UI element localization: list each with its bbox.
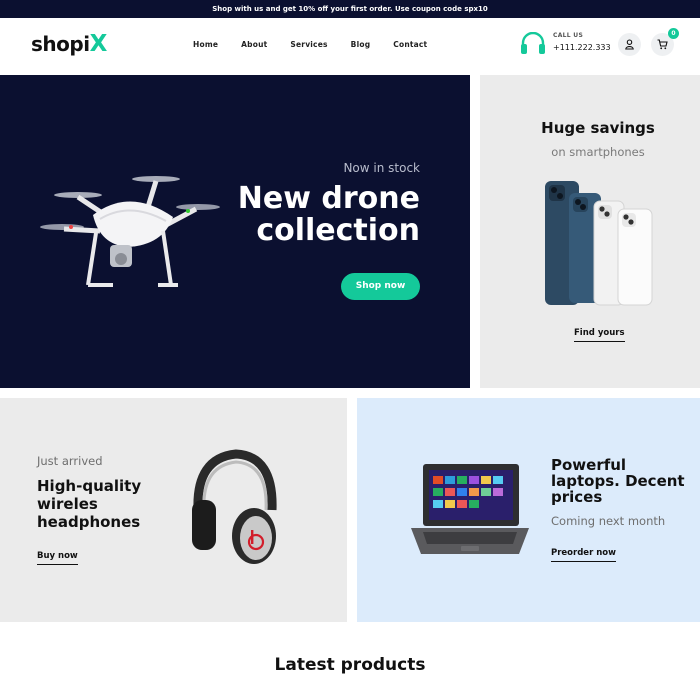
promo-smartphones: Huge savings on smartphones Find yours [480,75,700,388]
promo-laptops-subtitle: Coming next month [551,514,666,528]
announcement-bar: Shop with us and get 10% off your first … [0,0,700,18]
headset-icon [521,32,545,54]
nav-services[interactable]: Services [290,40,327,49]
promo-laptops-title: Powerful laptops. Decent prices [551,456,685,506]
hero-title: New drone collection [237,181,420,248]
buy-now-link[interactable]: Buy now [37,551,78,565]
promo-headphones-kicker: Just arrived [37,454,103,468]
shop-now-button[interactable]: Shop now [341,273,420,300]
call-number: +111.222.333 [553,43,611,52]
logo-main: shopi [31,32,90,56]
call-us[interactable]: CALL US +111.222.333 [520,30,615,60]
smartphones-image [545,181,653,306]
promo-headphones: Just arrived High-quality wireles headph… [0,398,347,622]
user-icon [625,39,634,50]
nav-home[interactable]: Home [193,40,218,49]
promo-laptops: Powerful laptops. Decent prices Coming n… [357,398,700,622]
cart-button[interactable]: 0 [651,28,679,56]
logo[interactable]: shopiX [31,31,107,57]
preorder-now-link[interactable]: Preorder now [551,548,616,562]
cart-icon [657,39,668,50]
nav-blog[interactable]: Blog [351,40,371,49]
main-nav: Home About Services Blog Contact [193,40,450,49]
hero-banner: Now in stock New drone collection Shop n… [0,75,470,388]
promo-smartphones-subtitle: on smartphones [551,145,645,159]
site-header: shopiX Home About Services Blog Contact … [0,18,700,75]
account-button[interactable] [618,33,641,56]
call-label: CALL US [553,32,584,39]
cart-count-badge: 0 [668,28,679,39]
nav-contact[interactable]: Contact [393,40,427,49]
latest-products-heading: Latest products [274,655,426,675]
nav-about[interactable]: About [241,40,267,49]
logo-accent: X [89,31,108,57]
laptop-image [411,464,529,554]
promo-headphones-title: High-quality wireles headphones [37,477,142,531]
hero-kicker: Now in stock [343,161,420,175]
promo-smartphones-title: Huge savings [541,119,655,137]
find-yours-link[interactable]: Find yours [574,328,625,342]
headphones-image [192,449,277,564]
